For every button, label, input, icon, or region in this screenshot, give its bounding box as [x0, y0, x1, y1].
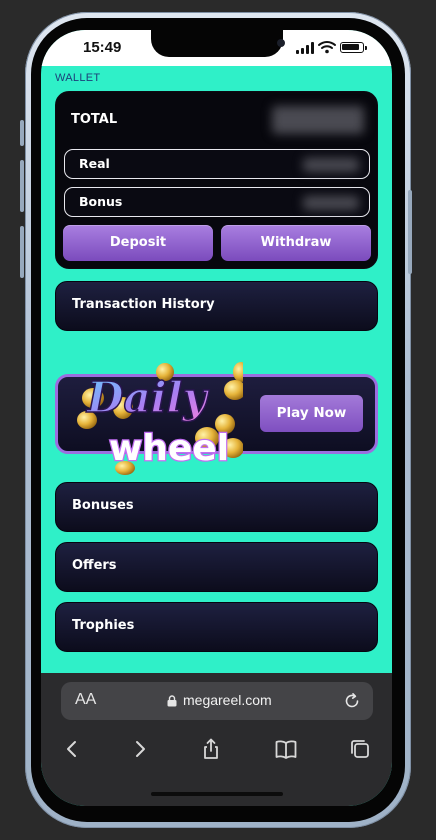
- chevron-right-icon[interactable]: [129, 738, 151, 760]
- address-bar[interactable]: AA megareel.com: [61, 682, 373, 720]
- bonus-balance-row: Bonus: [64, 187, 370, 217]
- wallet-card: TOTAL Real Bonus Deposit Withdraw: [55, 91, 378, 269]
- play-now-button[interactable]: Play Now: [260, 395, 363, 432]
- bonus-value-blurred: [303, 196, 359, 210]
- bonuses-button[interactable]: Bonuses: [55, 482, 378, 532]
- silent-switch: [20, 120, 24, 146]
- daily-wheel-logo: Daily wheel: [77, 362, 243, 475]
- offers-label: Offers: [72, 558, 117, 573]
- camera-icon: [277, 39, 285, 47]
- status-bar: 15:49: [41, 30, 392, 66]
- status-time: 15:49: [83, 39, 122, 56]
- volume-up-button: [20, 160, 24, 212]
- transaction-history-label: Transaction History: [72, 297, 215, 312]
- notch: [151, 30, 285, 57]
- reload-icon[interactable]: [343, 692, 361, 710]
- daily-logo-text: Daily: [86, 373, 210, 422]
- withdraw-button[interactable]: Withdraw: [221, 225, 371, 261]
- wheel-logo-text: wheel: [109, 428, 229, 469]
- share-icon[interactable]: [200, 738, 222, 760]
- text-size-button[interactable]: AA: [75, 691, 96, 709]
- section-label: WALLET: [55, 72, 101, 84]
- total-label: TOTAL: [71, 112, 118, 127]
- safari-toolbar: AA megareel.com: [41, 673, 392, 806]
- real-label: Real: [79, 156, 110, 171]
- book-icon[interactable]: [275, 738, 297, 760]
- trophies-label: Trophies: [72, 618, 135, 633]
- signal-icon: [296, 42, 314, 54]
- real-balance-row: Real: [64, 149, 370, 179]
- deposit-button[interactable]: Deposit: [63, 225, 213, 261]
- home-indicator: [151, 792, 283, 796]
- chevron-left-icon[interactable]: [61, 738, 83, 760]
- power-button: [408, 190, 412, 274]
- trophies-button[interactable]: Trophies: [55, 602, 378, 652]
- transaction-history-button[interactable]: Transaction History: [55, 281, 378, 331]
- bonus-label: Bonus: [79, 194, 123, 209]
- bonuses-label: Bonuses: [72, 498, 134, 513]
- battery-icon: [340, 42, 367, 53]
- total-value-blurred: [272, 106, 364, 134]
- phone-screen: 15:49 WALLET TOTAL Real Bonus Deposit Wi…: [41, 30, 392, 806]
- volume-down-button: [20, 226, 24, 278]
- wifi-icon: [318, 41, 336, 54]
- real-value-blurred: [303, 158, 359, 172]
- offers-button[interactable]: Offers: [55, 542, 378, 592]
- url-text: megareel.com: [183, 692, 272, 708]
- tabs-icon[interactable]: [349, 738, 371, 760]
- lock-icon: [167, 695, 177, 707]
